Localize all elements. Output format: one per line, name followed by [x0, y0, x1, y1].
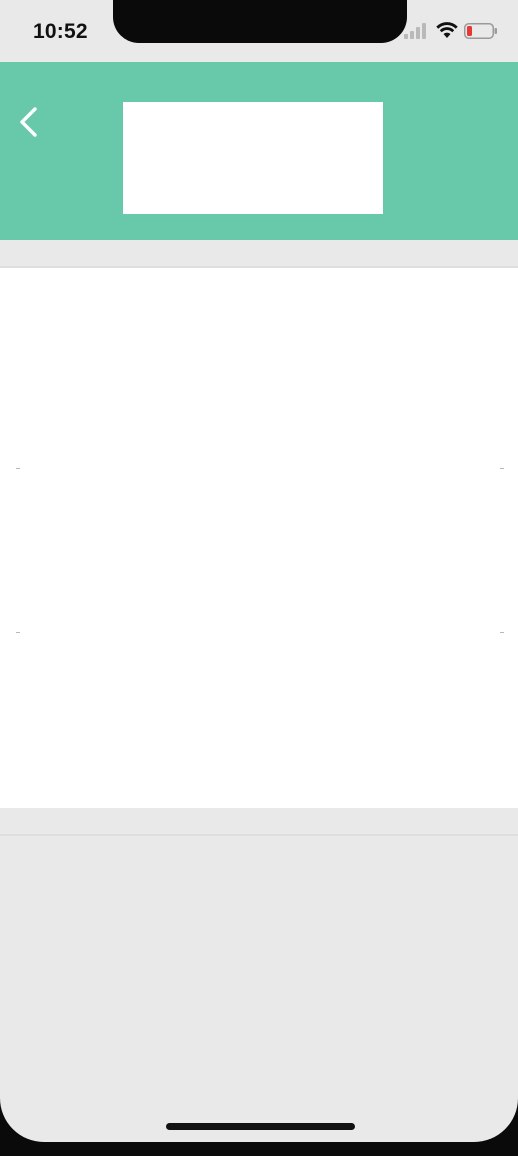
app-header — [0, 62, 518, 240]
wifi-icon — [436, 22, 458, 38]
top-spacer-band — [0, 240, 518, 268]
divider-tick-right-2 — [500, 632, 504, 633]
header-title-box — [123, 102, 383, 214]
bottom-spacer-band — [0, 808, 518, 836]
home-indicator[interactable] — [166, 1123, 355, 1130]
back-button[interactable] — [10, 102, 46, 142]
content-panel — [0, 268, 518, 808]
status-icons — [404, 20, 504, 42]
signal-icon — [404, 23, 426, 39]
status-time: 10:52 — [33, 20, 88, 43]
divider-tick-left-1 — [16, 468, 20, 469]
divider-tick-left-2 — [16, 632, 20, 633]
divider-tick-right-1 — [500, 468, 504, 469]
device-notch — [113, 0, 407, 43]
status-bar: 10:52 — [0, 0, 518, 62]
battery-low-icon — [464, 23, 497, 39]
phone-screen: 10:52 — [0, 0, 518, 1142]
chevron-left-icon — [20, 107, 37, 137]
